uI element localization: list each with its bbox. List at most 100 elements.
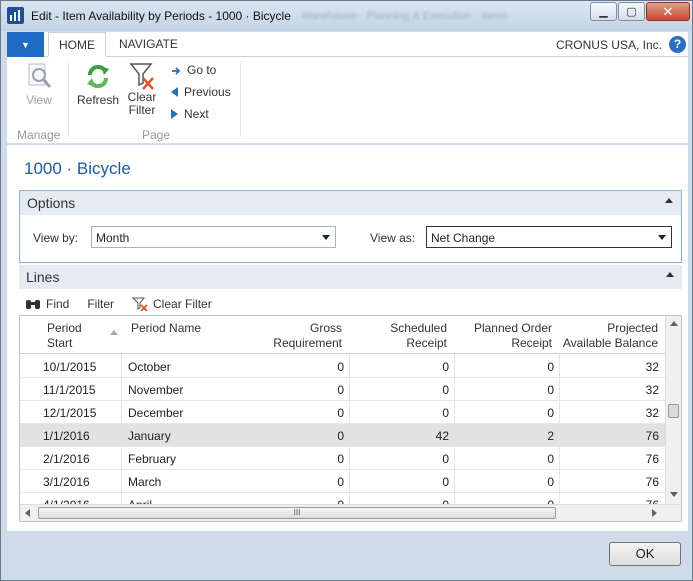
cell-period-name: January	[128, 429, 171, 443]
filter-button[interactable]: Filter	[87, 297, 114, 311]
cell-gross-requirement: 0	[337, 406, 344, 420]
next-label: Next	[184, 107, 209, 121]
dynamics-nav-app-icon[interactable]	[7, 7, 24, 24]
collapse-chevron-icon[interactable]	[665, 198, 673, 203]
lines-header[interactable]: Lines	[19, 265, 682, 289]
window-title: Edit - Item Availability by Periods - 10…	[31, 9, 291, 23]
view-as-value: Net Change	[431, 231, 496, 245]
column-header-planned-order-receipt[interactable]: Planned Order Receipt	[452, 321, 552, 351]
view-by-select[interactable]: Month	[91, 226, 336, 248]
cell-planned-order-receipt: 0	[547, 452, 554, 466]
cell-projected-available-balance: 32	[645, 406, 659, 420]
cell-gross-requirement: 0	[337, 429, 344, 443]
cell-planned-order-receipt: 0	[547, 360, 554, 374]
column-header-line2: Requirement	[273, 336, 342, 350]
binoculars-icon	[26, 300, 40, 309]
vertical-scroll-thumb[interactable]	[668, 404, 679, 418]
dropdown-arrow-icon[interactable]	[658, 235, 666, 240]
column-header-scheduled-receipt[interactable]: Scheduled Receipt	[347, 321, 447, 351]
previous-arrow-icon	[171, 87, 178, 97]
view-by-value: Month	[96, 231, 130, 245]
cell-scheduled-receipt: 0	[442, 383, 449, 397]
refresh-button[interactable]: Refresh	[77, 61, 119, 107]
scroll-right-arrow-icon[interactable]	[652, 509, 657, 517]
group-divider	[240, 63, 241, 137]
table-row[interactable]: 11/1/2015 November 0 0 0 32	[20, 378, 666, 401]
refresh-button-label: Refresh	[77, 93, 120, 107]
manage-group-label: Manage	[17, 128, 61, 142]
clear-filter-icon	[129, 63, 154, 90]
ribbon-tab-strip: ▼ HOME NAVIGATE CRONUS USA, Inc. ?	[7, 32, 688, 57]
find-label: Find	[46, 297, 70, 311]
table-row[interactable]: 1/1/2016 January 0 42 2 76	[20, 424, 666, 447]
close-button[interactable]: ✕	[646, 2, 690, 21]
cell-period-start: 1/1/2016	[43, 429, 90, 443]
grid-header: Period Start Period Name Gross Requireme…	[20, 316, 666, 354]
vertical-scrollbar[interactable]	[665, 316, 681, 504]
column-header-line2: Receipt	[406, 336, 447, 350]
help-icon[interactable]: ?	[669, 36, 686, 53]
clear-filter-button[interactable]: Clear Filter	[123, 61, 161, 117]
view-button[interactable]: View	[21, 61, 57, 107]
application-menu-button[interactable]: ▼	[7, 32, 44, 57]
table-row[interactable]: 3/1/2016 March 0 0 0 76	[20, 470, 666, 493]
options-header[interactable]: Options	[20, 191, 681, 215]
cell-projected-available-balance: 32	[645, 383, 659, 397]
cell-gross-requirement: 0	[337, 383, 344, 397]
ok-button[interactable]: OK	[609, 542, 681, 566]
clear-filter-lines-button[interactable]: Clear Filter	[132, 297, 212, 311]
collapse-chevron-icon[interactable]	[666, 272, 674, 277]
view-magnifier-icon	[28, 63, 52, 88]
column-header-line1: Projected	[607, 321, 658, 335]
chevron-down-icon: ▼	[21, 39, 30, 50]
view-as-select[interactable]: Net Change	[426, 226, 672, 248]
tab-home[interactable]: HOME	[48, 32, 106, 57]
cell-planned-order-receipt: 0	[547, 383, 554, 397]
horizontal-scrollbar[interactable]: III	[20, 504, 681, 521]
cell-period-name: November	[128, 383, 184, 397]
column-header-period-start[interactable]: Period Start	[47, 321, 82, 351]
clear-filter-label-line1: Clear	[127, 90, 157, 104]
horizontal-scroll-thumb[interactable]: III	[38, 507, 556, 519]
cell-period-name: February	[128, 452, 177, 466]
view-as-label: View as:	[370, 231, 416, 245]
table-row[interactable]: 2/1/2016 February 0 0 0 76	[20, 447, 666, 470]
column-header-line1: Scheduled	[390, 321, 447, 335]
cell-period-name: October	[128, 360, 171, 374]
table-row[interactable]: 12/1/2015 December 0 0 0 32	[20, 401, 666, 424]
cell-projected-available-balance: 76	[645, 452, 659, 466]
page-group-label: Page	[142, 128, 171, 142]
find-button[interactable]: Find	[25, 297, 69, 311]
column-header-line2: Available Balance	[562, 336, 658, 350]
next-button[interactable]: Next	[171, 107, 209, 121]
column-header-gross-requirement[interactable]: Gross Requirement	[240, 321, 342, 351]
column-header-period-name[interactable]: Period Name	[131, 321, 201, 336]
lines-grid: Period Start Period Name Gross Requireme…	[19, 315, 682, 522]
previous-button[interactable]: Previous	[171, 85, 231, 99]
go-to-label: Go to	[187, 63, 217, 77]
column-header-projected-available-balance[interactable]: Projected Available Balance	[557, 321, 658, 351]
lines-toolbar: Find Filter Clear Filter	[25, 295, 230, 313]
cell-projected-available-balance: 76	[645, 475, 659, 489]
minimize-button[interactable]: ▁	[590, 2, 617, 21]
table-row[interactable]: 10/1/2015 October 0 0 0 32	[20, 355, 666, 378]
lines-header-label: Lines	[26, 269, 60, 285]
maximize-button[interactable]: ▢	[618, 2, 645, 21]
previous-label: Previous	[184, 85, 231, 99]
dropdown-arrow-icon[interactable]	[322, 235, 330, 240]
scroll-down-arrow-icon[interactable]	[670, 492, 678, 497]
go-to-button[interactable]: Go to	[171, 63, 216, 77]
cell-gross-requirement: 0	[337, 475, 344, 489]
view-button-label: View	[26, 93, 52, 107]
cell-gross-requirement: 0	[337, 360, 344, 374]
window-title-background: Warehouse · Planning & Execution · Items	[301, 10, 508, 22]
scroll-up-arrow-icon[interactable]	[670, 321, 678, 326]
title-bar[interactable]: Edit - Item Availability by Periods - 10…	[1, 1, 692, 31]
cell-period-name: March	[128, 475, 162, 489]
scroll-left-arrow-icon[interactable]	[25, 509, 30, 517]
refresh-icon	[87, 64, 109, 89]
cell-scheduled-receipt: 0	[442, 452, 449, 466]
tab-navigate[interactable]: NAVIGATE	[109, 32, 188, 57]
cell-period-name: December	[128, 406, 184, 420]
cell-period-start: 3/1/2016	[43, 475, 90, 489]
